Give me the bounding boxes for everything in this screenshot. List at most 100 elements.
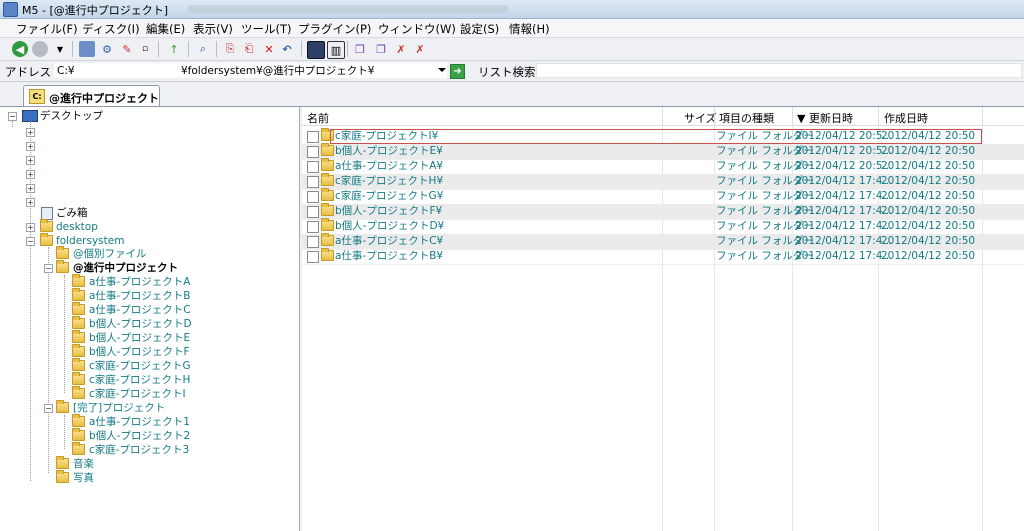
- split-view-icon[interactable]: ▥: [327, 41, 345, 59]
- toolbar-separator: [216, 41, 217, 57]
- column-type[interactable]: 項目の種類: [719, 110, 774, 126]
- tree-node-project[interactable]: b個人-プロジェクト2: [72, 428, 272, 443]
- menu-window[interactable]: ウィンドウ(W): [378, 21, 456, 37]
- column-divider[interactable]: [878, 107, 879, 125]
- tree-node-drive[interactable]: +: [26, 181, 46, 195]
- menu-edit[interactable]: 編集(E): [146, 21, 185, 37]
- tree-node-project[interactable]: c家庭-プロジェクト3: [72, 442, 272, 457]
- list-row[interactable]: c家庭-プロジェクトG¥ ファイル フォルダー 2012/04/12 17:4.…: [302, 188, 1024, 205]
- list-row[interactable]: a仕事-プロジェクトC¥ ファイル フォルダー 2012/04/12 17:4.…: [302, 233, 1024, 250]
- column-divider[interactable]: [792, 107, 793, 125]
- tree-node-photo[interactable]: 写真: [56, 470, 256, 485]
- tree-node-project[interactable]: c家庭-プロジェクトI: [72, 386, 272, 401]
- list-row[interactable]: b個人-プロジェクトD¥ ファイル フォルダー 2012/04/12 17:4.…: [302, 218, 1024, 235]
- address-input[interactable]: C:¥ ¥foldersystem¥@進行中プロジェクト¥: [54, 63, 447, 78]
- tree-node-desktop-root[interactable]: − デスクトップ: [8, 109, 208, 123]
- tree-node-drive[interactable]: +: [26, 153, 46, 167]
- tree-node-active-project[interactable]: − @進行中プロジェクト: [44, 260, 244, 275]
- tree-node-project[interactable]: a仕事-プロジェクト1: [72, 414, 272, 429]
- expand-icon[interactable]: +: [26, 142, 35, 151]
- folder-icon: [72, 316, 85, 329]
- grid-view-icon[interactable]: [79, 41, 95, 57]
- go-arrow-icon[interactable]: ➜: [450, 64, 465, 79]
- back-icon[interactable]: ◀: [12, 41, 28, 57]
- window-tile-icon[interactable]: ❐: [373, 41, 389, 57]
- row-checkbox[interactable]: [307, 251, 319, 263]
- tree-node-completed[interactable]: − [完了]プロジェクト: [44, 400, 244, 415]
- column-created[interactable]: 作成日時: [884, 110, 928, 126]
- row-checkbox[interactable]: [307, 176, 319, 188]
- chevron-down-icon[interactable]: [438, 68, 446, 72]
- tree-label: desktop: [56, 221, 98, 233]
- column-divider[interactable]: [982, 107, 983, 125]
- row-checkbox[interactable]: [307, 131, 319, 143]
- expand-icon[interactable]: +: [26, 156, 35, 165]
- window-cascade-icon[interactable]: ❐: [352, 41, 368, 57]
- expand-icon[interactable]: +: [26, 184, 35, 193]
- list-row[interactable]: a仕事-プロジェクトB¥ ファイル フォルダー 2012/04/12 17:4.…: [302, 248, 1024, 265]
- tree-node-recycle-bin[interactable]: ごみ箱: [26, 206, 226, 220]
- tree-node-kobetsu[interactable]: @個別ファイル: [56, 246, 256, 261]
- undo-icon[interactable]: ↶: [279, 41, 295, 57]
- row-checkbox[interactable]: [307, 206, 319, 218]
- row-checkbox[interactable]: [307, 161, 319, 173]
- copy-icon[interactable]: ⎘: [222, 41, 238, 57]
- menu-file[interactable]: ファイル(F): [16, 21, 78, 37]
- expand-icon[interactable]: +: [26, 223, 35, 232]
- column-divider[interactable]: [714, 107, 715, 125]
- list-search-input[interactable]: [536, 63, 1022, 78]
- tree-node-project[interactable]: c家庭-プロジェクトG: [72, 358, 272, 373]
- tab-active-project[interactable]: C: @進行中プロジェクト: [23, 85, 160, 106]
- list-row[interactable]: b個人-プロジェクトF¥ ファイル フォルダー 2012/04/12 17:4.…: [302, 203, 1024, 220]
- monitor-icon[interactable]: [307, 41, 325, 59]
- row-checkbox[interactable]: [307, 146, 319, 158]
- tree-node-project[interactable]: a仕事-プロジェクトC: [72, 302, 272, 317]
- column-size[interactable]: サイズ: [684, 110, 717, 126]
- tree-label: b個人-プロジェクトD: [89, 318, 192, 330]
- column-name[interactable]: 名前: [307, 110, 329, 126]
- row-checkbox[interactable]: [307, 191, 319, 203]
- collapse-icon[interactable]: −: [26, 237, 35, 246]
- collapse-icon[interactable]: −: [44, 404, 53, 413]
- delete-icon[interactable]: ✕: [261, 41, 277, 57]
- column-modified[interactable]: ▼ 更新日時: [797, 110, 853, 126]
- search-icon[interactable]: ⌕: [195, 41, 211, 57]
- tree-node-music[interactable]: 音楽: [56, 456, 256, 471]
- menu-info[interactable]: 情報(H): [509, 21, 550, 37]
- small-icon[interactable]: ▫: [137, 41, 153, 57]
- tree-node-project[interactable]: c家庭-プロジェクトH: [72, 372, 272, 387]
- row-checkbox[interactable]: [307, 236, 319, 248]
- close-all-windows-icon[interactable]: ✗: [412, 41, 428, 57]
- edit-icon[interactable]: ✎: [119, 41, 135, 57]
- menu-disk[interactable]: ディスク(I): [82, 21, 140, 37]
- close-window-icon[interactable]: ✗: [393, 41, 409, 57]
- expand-icon[interactable]: +: [26, 170, 35, 179]
- expand-icon[interactable]: +: [26, 128, 35, 137]
- menu-tools[interactable]: ツール(T): [241, 21, 292, 37]
- network-icon[interactable]: ⚙: [99, 41, 115, 57]
- paste-icon[interactable]: ⎗: [241, 41, 257, 57]
- list-row[interactable]: a仕事-プロジェクトA¥ ファイル フォルダー 2012/04/12 20:5.…: [302, 158, 1024, 175]
- tree-node-project[interactable]: b個人-プロジェクトF: [72, 344, 272, 359]
- folder-icon: [72, 442, 85, 455]
- menu-view[interactable]: 表示(V): [193, 21, 233, 37]
- up-folder-icon[interactable]: ↑: [166, 41, 182, 57]
- column-divider[interactable]: [662, 107, 663, 125]
- menu-plugins[interactable]: プラグイン(P): [298, 21, 371, 37]
- menu-settings[interactable]: 設定(S): [460, 21, 499, 37]
- tree-node-project[interactable]: a仕事-プロジェクトA: [72, 274, 272, 289]
- tree-node-desktop[interactable]: + desktop: [26, 219, 226, 234]
- history-dropdown-icon[interactable]: ▼: [52, 41, 68, 57]
- tree-node-drive[interactable]: +: [26, 139, 46, 153]
- collapse-icon[interactable]: −: [8, 112, 17, 121]
- forward-icon[interactable]: [32, 41, 48, 57]
- row-checkbox[interactable]: [307, 221, 319, 233]
- tree-node-project[interactable]: a仕事-プロジェクトB: [72, 288, 272, 303]
- tree-node-drive[interactable]: +: [26, 167, 46, 181]
- collapse-icon[interactable]: −: [44, 264, 53, 273]
- list-row[interactable]: b個人-プロジェクトE¥ ファイル フォルダー 2012/04/12 20:5.…: [302, 143, 1024, 160]
- tree-node-drive[interactable]: +: [26, 125, 46, 139]
- tree-node-project[interactable]: b個人-プロジェクトE: [72, 330, 272, 345]
- list-row[interactable]: c家庭-プロジェクトH¥ ファイル フォルダー 2012/04/12 17:4.…: [302, 173, 1024, 190]
- tree-node-project[interactable]: b個人-プロジェクトD: [72, 316, 272, 331]
